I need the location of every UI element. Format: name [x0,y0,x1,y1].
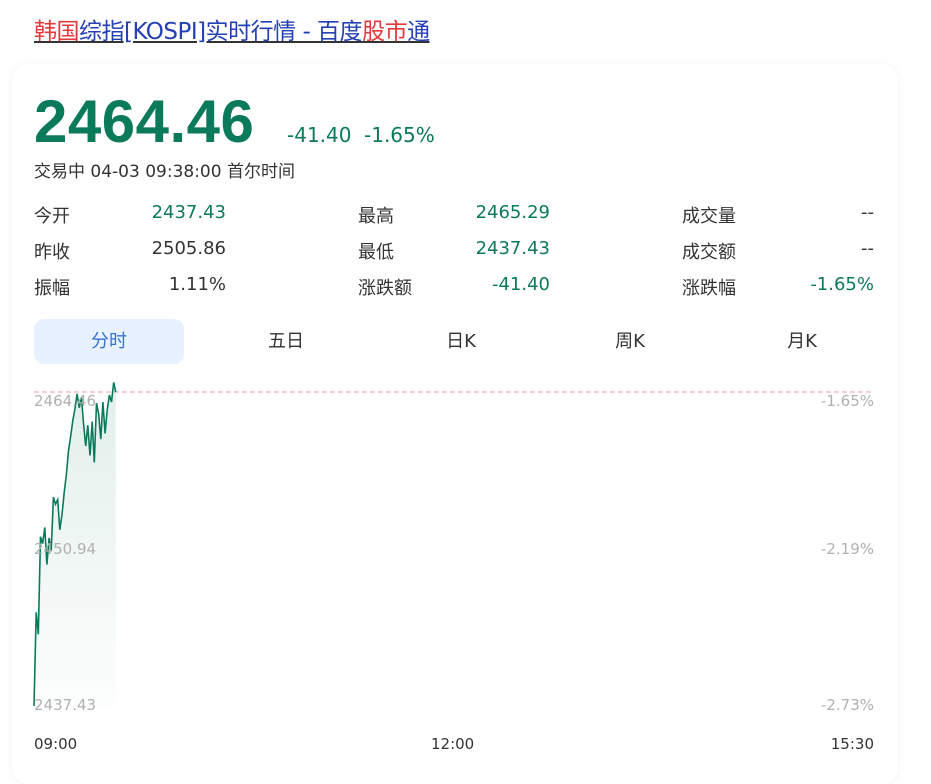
x-label-end: 15:30 [830,735,874,753]
y-label-right-mid: -2.19% [820,540,874,558]
x-label-mid: 12:00 [431,735,475,753]
y-label-right-top: -1.65% [820,392,874,410]
y-label-left-bottom: 2437.43 [34,696,97,714]
x-label-start: 09:00 [34,735,78,753]
y-label-left-top: 2464.46 [34,392,97,410]
y-label-left-mid: 2450.94 [34,540,97,558]
intraday-chart[interactable] [0,0,931,766]
y-label-right-bottom: -2.73% [820,696,874,714]
